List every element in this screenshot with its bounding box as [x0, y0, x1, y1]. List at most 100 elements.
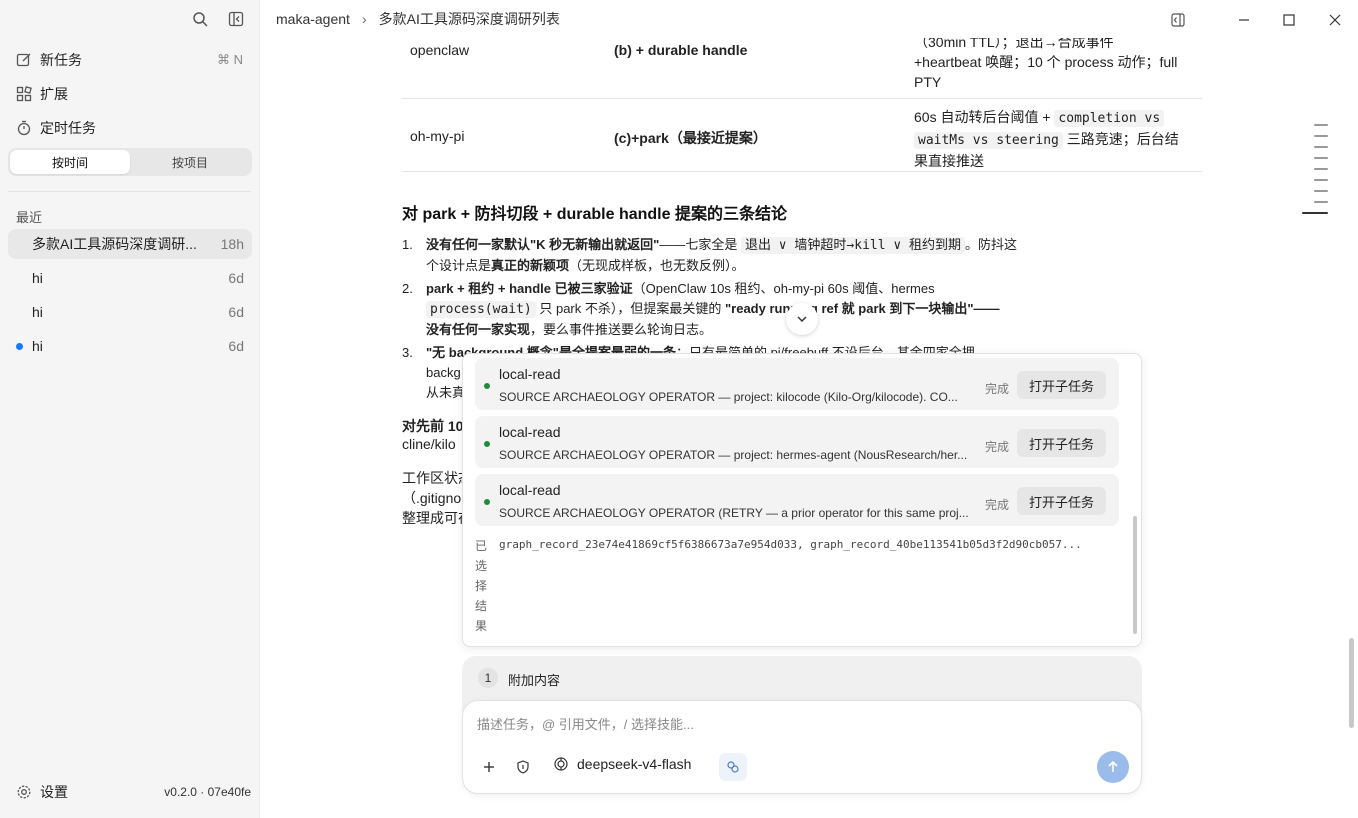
- list-text: 只 park 不杀），但提案最关键的: [535, 301, 725, 316]
- list-item: 2. park + 租约 + handle 已被三家验证（OpenClaw 10…: [402, 279, 1092, 340]
- toc-tick[interactable]: [1314, 146, 1328, 148]
- open-subtask-button[interactable]: 打开子任务: [1017, 487, 1107, 515]
- extensions-icon: [16, 86, 32, 102]
- gear-icon: [17, 785, 31, 799]
- send-button[interactable]: [1097, 751, 1129, 783]
- composer: deepseek-v4-flash: [462, 700, 1142, 794]
- open-subtask-button[interactable]: 打开子任务: [1017, 429, 1107, 457]
- subtask-card: local-read SOURCE ARCHAEOLOGY OPERATOR (…: [475, 474, 1119, 526]
- add-icon[interactable]: [479, 757, 499, 777]
- paragraph-fragment: 对先前 10: [402, 418, 464, 434]
- toc-tick-active[interactable]: [1302, 212, 1328, 214]
- scheduled-tasks-button[interactable]: 定时任务: [16, 116, 243, 140]
- recent-item[interactable]: hi 6d: [8, 297, 252, 327]
- toc-tick[interactable]: [1314, 190, 1328, 192]
- sidebar-footer: 设置 v0.2.0 · 07e40fe: [16, 782, 251, 802]
- recent-item-title: 多款AI工具源码深度调研...: [32, 236, 197, 252]
- list-number: 3.: [402, 345, 413, 360]
- table-of-contents-minimap[interactable]: [1302, 124, 1328, 223]
- list-code: 退出 ∨ 墙钟超时→kill ∨ 租约到期: [740, 237, 966, 254]
- table-cell-name: oh-my-pi: [410, 128, 465, 144]
- open-subtask-button[interactable]: 打开子任务: [1017, 371, 1107, 399]
- new-task-button[interactable]: 新任务 ⌘ N: [16, 48, 243, 72]
- paragraph-fragment: cline/kilo: [402, 436, 456, 452]
- minimize-icon[interactable]: [1234, 10, 1254, 30]
- breadcrumb-project[interactable]: maka-agent: [276, 11, 350, 27]
- detail-code: completion vs: [1054, 110, 1165, 127]
- recent-item[interactable]: hi 6d: [8, 331, 252, 361]
- task-input[interactable]: [477, 717, 1117, 732]
- list-number: 1.: [402, 237, 413, 252]
- shield-icon[interactable]: [513, 757, 533, 777]
- toc-tick[interactable]: [1314, 168, 1328, 170]
- subtask-description: SOURCE ARCHAEOLOGY OPERATOR (RETRY — a p…: [499, 506, 969, 520]
- subtask-title: local-read: [499, 424, 561, 440]
- detail-line: +heartbeat 唤醒；10 个 process 动作；full: [914, 54, 1178, 70]
- recent-item-title: hi: [32, 338, 43, 354]
- table-cell-option: (c)+park（最接近提案）: [614, 130, 767, 146]
- list-bold-text: "ready running ref 就 park 到下一块输出"——: [725, 301, 1000, 316]
- table-cell-option: (b) + durable handle: [614, 42, 748, 58]
- status-dot: [484, 383, 490, 389]
- list-bold-text: 真正的新颖项: [491, 258, 570, 273]
- list-text: 从未真: [426, 385, 466, 399]
- toc-tick[interactable]: [1314, 135, 1328, 137]
- group-by-project-tab[interactable]: 按项目: [130, 150, 250, 174]
- subtask-card: local-read SOURCE ARCHAEOLOGY OPERATOR —…: [475, 358, 1119, 410]
- list-bold-text: 没有任何一家默认"K 秒无新输出就返回": [426, 237, 660, 252]
- new-task-shortcut: ⌘ N: [217, 52, 243, 67]
- subtask-status: 完成: [985, 440, 1010, 454]
- list-item: 1. 没有任何一家默认"K 秒无新输出就返回"——七家全是 退出 ∨ 墙钟超时→…: [402, 235, 1092, 276]
- toc-tick[interactable]: [1314, 157, 1328, 159]
- settings-button[interactable]: 设置: [16, 782, 68, 802]
- panel-scrollbar[interactable]: [1133, 516, 1137, 634]
- subtask-title: local-read: [499, 482, 561, 498]
- model-selector[interactable]: deepseek-v4-flash: [553, 756, 691, 772]
- recent-item[interactable]: hi 6d: [8, 263, 252, 293]
- list-text: （无现成样板，也无数反例）。: [569, 258, 745, 273]
- toc-tick[interactable]: [1314, 201, 1328, 203]
- header: maka-agent › 多款AI工具源码深度调研列表: [260, 0, 1358, 38]
- selected-results-value: graph_record_23e74e41869cf5f6386673a7e95…: [499, 538, 1082, 551]
- toc-tick[interactable]: [1314, 124, 1328, 126]
- subtask-description: SOURCE ARCHAEOLOGY OPERATOR — project: h…: [499, 448, 968, 462]
- new-task-label: 新任务: [40, 52, 82, 68]
- list-text: （OpenClaw 10s 租约、oh-my-pi 60s 阈值、hermes: [632, 281, 935, 296]
- list-text: ，要么事件推送要么轮询日志。: [530, 322, 713, 337]
- table-cell-detail: 60s 自动转后台阈值 + completion vs waitMs vs st…: [914, 107, 1204, 171]
- detail-line: （30min TTL）；退出→合成事件: [914, 38, 1114, 50]
- table-divider: [402, 171, 1202, 172]
- scroll-down-button[interactable]: [786, 303, 818, 335]
- close-icon[interactable]: [1325, 10, 1345, 30]
- model-logo-icon: [554, 757, 568, 771]
- extensions-label: 扩展: [40, 86, 68, 102]
- extensions-button[interactable]: 扩展: [16, 82, 243, 106]
- sidebar-top-actions: [191, 10, 245, 28]
- subtask-status: 完成: [985, 382, 1010, 396]
- link-icon[interactable]: [719, 753, 747, 781]
- edit-icon: [16, 53, 31, 67]
- list-bold-text: park + 租约 + handle 已被三家验证: [426, 281, 633, 296]
- toc-tick[interactable]: [1314, 179, 1328, 181]
- subtask-title: local-read: [499, 366, 561, 382]
- detail-code: waitMs vs steering: [914, 132, 1063, 149]
- search-icon[interactable]: [191, 10, 209, 28]
- detail-text: 60s 自动转后台阈值 +: [914, 109, 1055, 125]
- status-dot: [484, 441, 490, 447]
- attachment-label: 附加内容: [508, 673, 561, 688]
- list-number: 2.: [402, 281, 413, 296]
- group-by-toggle: 按时间 按项目: [8, 148, 252, 176]
- collapse-sidebar-icon[interactable]: [227, 10, 245, 28]
- list-text: backg: [426, 365, 461, 380]
- table-cell-name: openclaw: [410, 42, 470, 58]
- selected-results-label: 已选择结果: [475, 539, 488, 633]
- group-by-time-tab[interactable]: 按时间: [10, 150, 130, 174]
- list-code: process(wait): [426, 301, 536, 318]
- recent-item[interactable]: 多款AI工具源码深度调研... 18h: [8, 229, 252, 259]
- subtask-results-panel: local-read SOURCE ARCHAEOLOGY OPERATOR —…: [462, 353, 1142, 647]
- list-text: 。防抖这: [965, 237, 1018, 252]
- version-label: v0.2.0 · 07e40fe: [164, 785, 251, 799]
- page-scrollbar[interactable]: [1349, 638, 1354, 728]
- maximize-icon[interactable]: [1279, 10, 1299, 30]
- toggle-panel-icon[interactable]: [1168, 10, 1188, 30]
